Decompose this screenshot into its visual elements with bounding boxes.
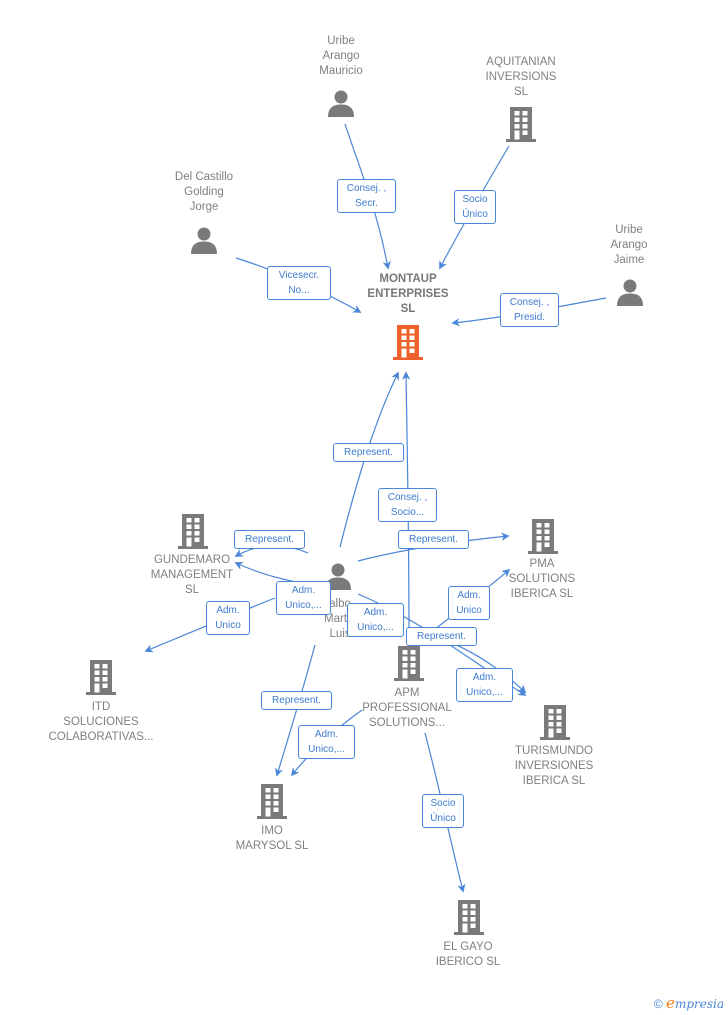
edge-label[interactable]: Represent.: [406, 627, 477, 646]
node-label[interactable]: PMA SOLUTIONS IBERICA SL: [472, 557, 612, 602]
person-icon[interactable]: [615, 278, 645, 311]
node-label[interactable]: GUNDEMARO MANAGEMENT SL: [122, 553, 262, 598]
person-icon[interactable]: [326, 89, 356, 122]
edge-label[interactable]: Adm. Unico: [448, 586, 490, 620]
node-label[interactable]: Uribe Arango Jaime: [559, 223, 699, 268]
building-icon[interactable]: [255, 783, 289, 824]
node-label[interactable]: AQUITANIAN INVERSIONS SL: [451, 55, 591, 100]
building-icon[interactable]: [538, 704, 572, 745]
edge-label[interactable]: Socio Único: [454, 190, 496, 224]
footer-brand[interactable]: © empresia: [654, 994, 724, 1012]
edge-label[interactable]: Vicesecr. No...: [267, 266, 331, 300]
building-icon[interactable]: [176, 513, 210, 554]
copyright-icon: ©: [653, 997, 663, 1011]
node-label[interactable]: ITD SOLUCIONES COLABORATIVAS...: [31, 700, 171, 745]
edge-label[interactable]: Socio Único: [422, 794, 464, 828]
edge-label[interactable]: Adm. Unico,...: [347, 603, 404, 637]
brand-logo-e: e: [666, 994, 675, 1012]
building-icon[interactable]: [504, 106, 538, 147]
node-label[interactable]: MONTAUP ENTERPRISES SL: [338, 272, 478, 317]
edge-label[interactable]: Adm. Unico,...: [298, 725, 355, 759]
edge-label[interactable]: Consej. , Presid.: [500, 293, 559, 327]
building-icon[interactable]: [526, 518, 560, 559]
person-icon[interactable]: [189, 226, 219, 259]
node-label[interactable]: EL GAYO IBERICO SL: [398, 940, 538, 970]
edge-label[interactable]: Consej. , Secr.: [337, 179, 396, 213]
edge-label[interactable]: Represent.: [398, 530, 469, 549]
edge-label[interactable]: Represent.: [261, 691, 332, 710]
edges-layer: [144, 123, 607, 893]
building-icon[interactable]: [84, 659, 118, 700]
brand-name: mpresia: [674, 997, 724, 1011]
building-icon[interactable]: [452, 899, 486, 940]
node-label[interactable]: TURISMUNDO INVERSIONES IBERICA SL: [484, 744, 624, 789]
node-label[interactable]: Uribe Arango Mauricio: [271, 34, 411, 79]
edge-label[interactable]: Represent.: [333, 443, 404, 462]
edge-label[interactable]: Represent.: [234, 530, 305, 549]
node-label[interactable]: Del Castillo Golding Jorge: [134, 170, 274, 215]
edge-label[interactable]: Adm. Unico,...: [276, 581, 331, 615]
building-icon[interactable]: [391, 324, 425, 365]
node-label[interactable]: IMO MARYSOL SL: [202, 824, 342, 854]
edge-label[interactable]: Adm. Unico,...: [456, 668, 513, 702]
building-icon[interactable]: [392, 645, 426, 686]
edge-label[interactable]: Adm. Unico: [206, 601, 250, 635]
edge-label[interactable]: Consej. , Socio...: [378, 488, 437, 522]
